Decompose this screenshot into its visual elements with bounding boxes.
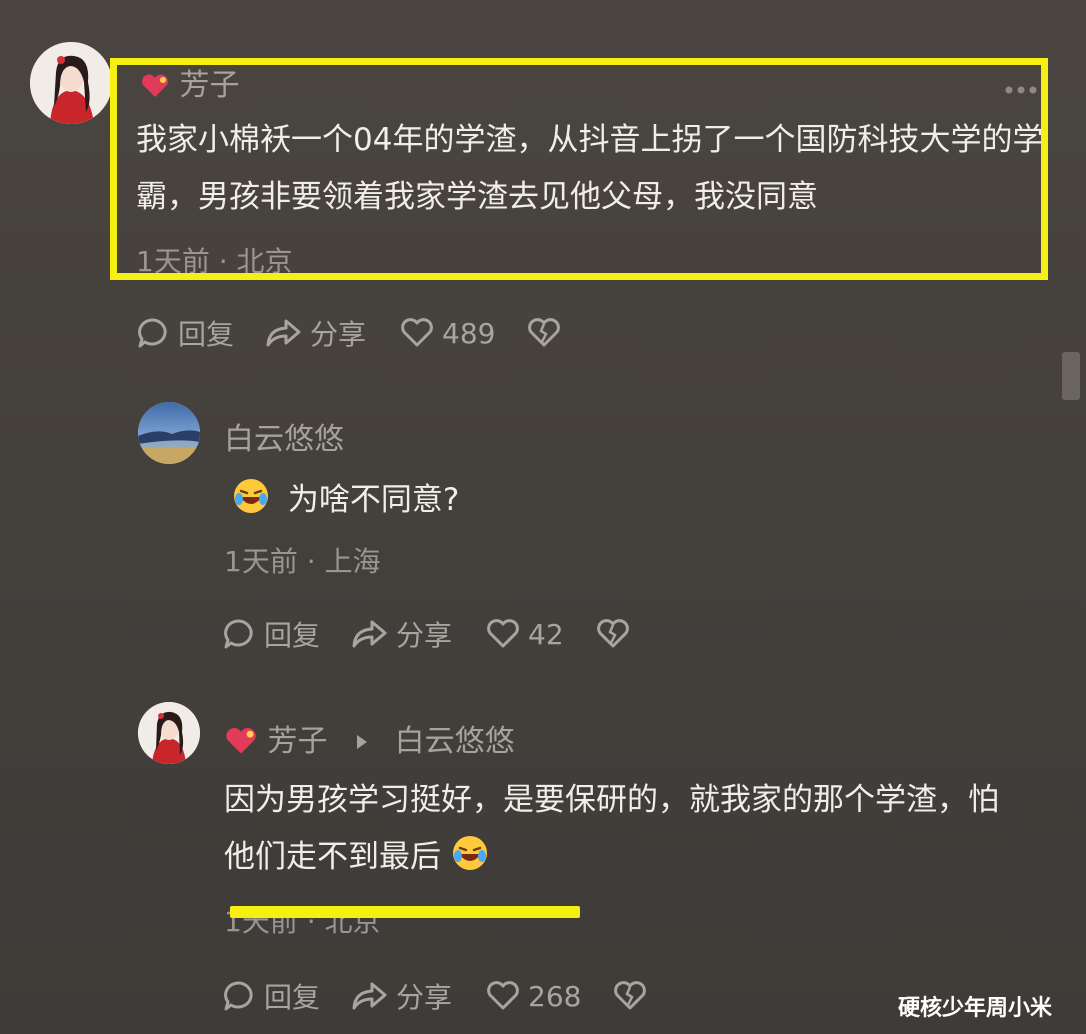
comment-meta: 1天前 · 北京 — [224, 905, 381, 938]
comment-location: 上海 — [324, 545, 381, 578]
comment-body: 因为男孩学习挺好，是要保研的，就我家的那个学渣，怕他们走不到最后 — [224, 782, 999, 875]
comment-author[interactable]: 芳子 — [140, 60, 240, 104]
share-icon — [352, 620, 387, 648]
reply-label: 回复 — [264, 619, 321, 652]
laugh-emoji-icon — [452, 836, 487, 870]
avatar-fangzi[interactable] — [138, 702, 200, 764]
caret-right-icon — [357, 735, 368, 749]
heart-icon — [401, 318, 433, 347]
author-name: 芳子 — [179, 68, 240, 103]
comment-body: 为啥不同意? — [287, 482, 460, 518]
comment-text: 我家小棉袄一个04年的学渣，从抖音上拐了一个国防科技大学的学霸，男孩非要领着我家… — [136, 122, 1044, 215]
comment-meta: 1天前 · 上海 — [224, 545, 381, 578]
heart-icon — [487, 619, 519, 648]
heart-badge-icon — [142, 74, 168, 97]
author-name: 白云悠悠 — [224, 422, 344, 457]
laugh-emoji-icon — [234, 479, 268, 513]
dislike-button[interactable] — [527, 318, 561, 348]
comment-icon — [224, 981, 253, 1011]
comment-icon — [224, 619, 253, 649]
dislike-icon — [614, 981, 647, 1010]
watermark: 硬核少年周小米 — [898, 996, 1053, 1021]
share-label: 分享 — [396, 981, 453, 1014]
reply-to-name[interactable]: 白云悠悠 — [395, 724, 515, 759]
avatar-baiyun[interactable] — [138, 402, 200, 464]
dislike-icon — [528, 318, 561, 347]
reply-label: 回复 — [264, 981, 321, 1014]
comment-author[interactable]: 白云悠悠 — [224, 414, 344, 458]
comment-time: 1天前 — [136, 245, 210, 278]
comment-text: 因为男孩学习挺好，是要保研的，就我家的那个学渣，怕他们走不到最后 — [224, 772, 1004, 886]
avatar-fangzi[interactable] — [30, 42, 112, 124]
comment-meta: 1天前 · 北京 — [136, 245, 293, 278]
share-icon — [352, 982, 387, 1010]
comment-location: 北京 — [236, 245, 293, 278]
comment-location: 北京 — [324, 905, 381, 938]
comment-actions: 回复 分享 268 — [222, 976, 647, 1016]
reply-label: 回复 — [178, 318, 235, 351]
author-name: 芳子 — [267, 724, 328, 759]
reply-button[interactable]: 回复 — [222, 976, 320, 1016]
reply-button[interactable]: 回复 — [222, 614, 320, 654]
comment-actions: 回复 分享 42 — [222, 614, 630, 654]
share-icon — [266, 319, 301, 347]
heart-badge-icon — [226, 728, 256, 754]
dislike-button[interactable] — [596, 619, 630, 649]
comment-time: 1天前 — [224, 905, 298, 938]
comment-text: 为啥不同意? — [232, 472, 1032, 529]
reply-button[interactable]: 回复 — [136, 313, 234, 353]
share-label: 分享 — [396, 619, 453, 652]
comment-author[interactable]: 芳子 白云悠悠 — [224, 716, 515, 760]
dislike-icon — [596, 619, 629, 648]
comment-actions: 回复 分享 489 — [136, 313, 561, 353]
like-button[interactable]: 489 — [400, 317, 495, 350]
like-count: 42 — [528, 617, 564, 651]
share-button[interactable]: 分享 — [264, 313, 366, 353]
like-button[interactable]: 268 — [486, 980, 581, 1013]
heart-icon — [487, 981, 519, 1010]
share-button[interactable]: 分享 — [350, 976, 452, 1016]
scrollbar-thumb[interactable] — [1062, 352, 1080, 400]
like-button[interactable]: 42 — [486, 618, 564, 651]
comment-icon — [138, 318, 167, 348]
more-icon[interactable] — [1004, 80, 1038, 99]
comment-time: 1天前 — [224, 545, 298, 578]
dislike-button[interactable] — [613, 981, 647, 1011]
share-button[interactable]: 分享 — [350, 614, 452, 654]
like-count: 268 — [528, 979, 582, 1013]
like-count: 489 — [442, 316, 496, 350]
share-label: 分享 — [310, 318, 367, 351]
